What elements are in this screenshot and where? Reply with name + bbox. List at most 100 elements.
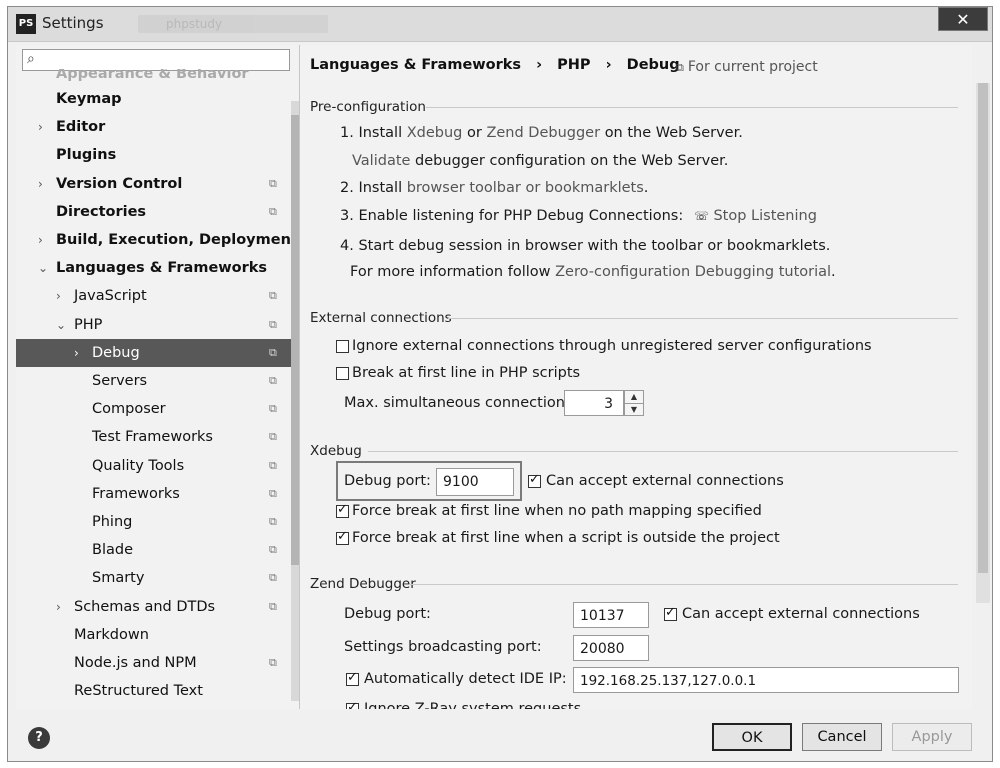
chevron-right-icon[interactable]: ›	[56, 282, 61, 310]
max-connections-spinner[interactable]: ▲ ▼	[624, 390, 644, 416]
project-scope-icon: ⧉	[269, 402, 277, 416]
sidebar-item-editor[interactable]: › Editor	[16, 113, 299, 141]
chevron-right-icon[interactable]: ›	[74, 339, 79, 367]
sidebar-item-label: Languages & Frameworks	[56, 260, 268, 277]
content-scrollbar[interactable]	[976, 83, 990, 603]
project-scope-icon: ⧉	[676, 61, 684, 74]
break-first-line-checkbox[interactable]	[336, 367, 349, 380]
sidebar-item-label: Test Frameworks	[92, 429, 213, 446]
force-break-outside-project-label: Force break at first line when a script …	[352, 530, 780, 546]
sidebar-item-quality-tools[interactable]: Quality Tools ⧉	[16, 452, 299, 480]
section-divider	[426, 107, 958, 108]
sidebar-item-directories[interactable]: Directories ⧉	[16, 198, 299, 226]
chevron-down-icon[interactable]: ⌄	[56, 311, 66, 339]
sidebar-item-smarty[interactable]: Smarty ⧉	[16, 564, 299, 592]
zero-config-tutorial-link[interactable]: Zero-configuration Debugging tutorial	[555, 264, 831, 280]
help-button[interactable]: ?	[28, 727, 50, 749]
chevron-down-icon[interactable]: ⌄	[38, 254, 48, 282]
sidebar-item-version-control[interactable]: › Version Control ⧉	[16, 170, 299, 198]
close-icon: ✕	[956, 10, 970, 29]
browser-toolbar-link[interactable]: browser toolbar or bookmarklets	[407, 180, 644, 196]
xdebug-port-field[interactable]: 9100	[436, 468, 514, 496]
sidebar-item-appearance-behavior[interactable]: Appearance & Behavior	[16, 69, 299, 83]
content-scroll-thumb[interactable]	[978, 83, 988, 573]
spin-up-icon[interactable]: ▲	[625, 391, 643, 404]
sidebar-item-label: PHP	[74, 316, 103, 333]
sidebar-item-label: Keymap	[56, 91, 122, 107]
preconfig-title: Pre-configuration	[310, 99, 426, 115]
cancel-button[interactable]: Cancel	[802, 723, 882, 751]
max-connections-field[interactable]: 3	[564, 390, 624, 416]
preconfig-step-1b: Validate debugger configuration on the W…	[352, 153, 729, 169]
sidebar-item-schemas-and-dtds[interactable]: › Schemas and DTDs ⧉	[16, 593, 299, 621]
validate-link[interactable]: Validate	[352, 153, 410, 169]
sidebar-item-node-js-and-npm[interactable]: Node.js and NPM ⧉	[16, 649, 299, 677]
search-input[interactable]	[47, 52, 289, 70]
project-scope-icon: ⧉	[269, 317, 277, 331]
project-scope-icon: ⧉	[269, 515, 277, 528]
project-scope-icon: ⧉	[269, 430, 277, 444]
chevron-right-icon[interactable]: ›	[38, 226, 43, 254]
sidebar-item-markdown[interactable]: Markdown	[16, 621, 299, 649]
sidebar-item-servers[interactable]: Servers ⧉	[16, 367, 299, 395]
sidebar-item-blade[interactable]: Blade ⧉	[16, 536, 299, 564]
force-break-no-mapping-label: Force break at first line when no path m…	[352, 503, 762, 519]
sidebar-item-label: Smarty	[92, 570, 145, 587]
project-scope-icon: ⧉	[269, 289, 277, 303]
zend-debugger-link[interactable]: Zend Debugger	[486, 125, 600, 141]
sidebar-item-label: Blade	[92, 542, 133, 559]
search-field[interactable]: ⌕	[22, 49, 290, 71]
project-scope-icon: ⧉	[269, 571, 277, 585]
sidebar-item-label: Markdown	[74, 626, 149, 643]
breadcrumb-separator: ›	[605, 57, 612, 73]
ok-button[interactable]: OK	[712, 723, 792, 751]
preconfig-step-4b: For more information follow Zero-configu…	[350, 264, 836, 280]
sidebar-item-javascript[interactable]: › JavaScript ⧉	[16, 282, 299, 310]
zend-port-field[interactable]: 10137	[573, 602, 649, 628]
zend-accept-external-checkbox[interactable]	[664, 605, 677, 621]
sidebar-item-debug[interactable]: › Debug ⧉	[16, 338, 299, 367]
sidebar-scrollbar[interactable]	[291, 101, 299, 701]
sidebar-item-plugins[interactable]: Plugins	[16, 141, 299, 169]
chevron-right-icon[interactable]: ›	[38, 170, 43, 198]
apply-button[interactable]: Apply	[892, 723, 972, 751]
preconfig-step-2: 2. Install browser toolbar or bookmarkle…	[340, 180, 649, 196]
sidebar-item-phing[interactable]: Phing ⧉	[16, 508, 299, 536]
sidebar-item-label: Version Control	[56, 175, 183, 192]
breadcrumb-languages: Languages & Frameworks	[310, 57, 522, 73]
sidebar-item-keymap[interactable]: Keymap	[16, 85, 299, 113]
sidebar-scroll-thumb[interactable]	[291, 115, 299, 565]
xdebug-accept-external-checkbox[interactable]	[528, 472, 541, 488]
dialog-footer: ? OK Cancel Apply	[8, 713, 992, 761]
force-break-outside-project-checkbox[interactable]	[336, 529, 349, 545]
auto-detect-ip-checkbox[interactable]	[346, 670, 359, 686]
close-button[interactable]: ✕	[938, 7, 988, 31]
ide-ip-field[interactable]: 192.168.25.137,127.0.0.1	[573, 667, 959, 693]
break-first-line-label: Break at first line in PHP scripts	[352, 365, 581, 381]
preconfig-step-3: 3. Enable listening for PHP Debug Connec…	[340, 208, 817, 224]
xdebug-accept-external-label: Can accept external connections	[546, 473, 784, 489]
chevron-right-icon[interactable]: ›	[38, 113, 43, 141]
xdebug-link[interactable]: Xdebug	[407, 125, 463, 141]
spin-down-icon[interactable]: ▼	[625, 404, 643, 416]
sidebar-item-restructured-text[interactable]: ReStructured Text	[16, 677, 299, 705]
sidebar-item-composer[interactable]: Composer ⧉	[16, 395, 299, 423]
sidebar-item-test-frameworks[interactable]: Test Frameworks ⧉	[16, 423, 299, 451]
ignore-external-checkbox[interactable]	[336, 340, 349, 353]
ignore-zray-checkbox[interactable]	[346, 700, 359, 709]
listening-phone-icon: ☏	[693, 209, 709, 223]
breadcrumb-debug: Debug	[626, 57, 680, 73]
project-scope-icon: ⧉	[269, 204, 277, 218]
chevron-right-icon[interactable]: ›	[56, 593, 61, 621]
stop-listening-link[interactable]: Stop Listening	[713, 208, 816, 224]
broadcast-port-field[interactable]: 20080	[573, 635, 649, 661]
sidebar-item-languages-frameworks[interactable]: ⌄ Languages & Frameworks	[16, 254, 299, 282]
force-break-no-mapping-checkbox[interactable]	[336, 502, 349, 518]
sidebar-item-frameworks[interactable]: Frameworks ⧉	[16, 480, 299, 508]
sidebar-item-build-execution-deployment[interactable]: › Build, Execution, Deployment	[16, 226, 299, 254]
section-divider	[448, 318, 958, 319]
title-bar: PS Settings phpstudy ✕	[8, 7, 992, 42]
sidebar-item-php[interactable]: ⌄ PHP ⧉	[16, 311, 299, 339]
auto-detect-ip-label: Automatically detect IDE IP:	[364, 671, 567, 687]
ignore-external-label: Ignore external connections through unre…	[352, 338, 872, 354]
